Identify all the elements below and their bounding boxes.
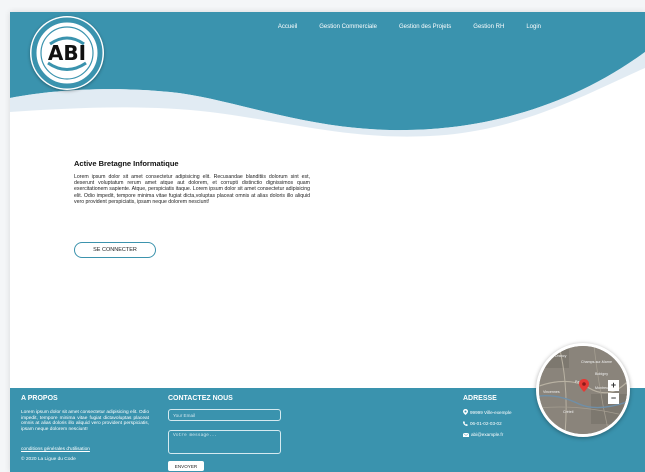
- address-title: ADRESSE: [463, 395, 497, 402]
- phone-icon: [463, 421, 468, 426]
- phone-text: 06-01-02-03-02: [470, 421, 502, 426]
- location-pin-icon: [463, 409, 468, 415]
- send-button[interactable]: ENVOYER: [168, 461, 204, 471]
- hero-banner: ABI Accueil Gestion Commerciale Gestion …: [10, 12, 645, 162]
- connect-button[interactable]: SE CONNECTER: [74, 242, 156, 258]
- message-field[interactable]: Votre message...: [168, 430, 281, 454]
- email-text[interactable]: abi@example.fr: [471, 432, 503, 437]
- page-title: Active Bretagne Informatique: [74, 159, 179, 168]
- page-container: ABI Accueil Gestion Commerciale Gestion …: [10, 12, 645, 472]
- nav-gestion-rh[interactable]: Gestion RH: [473, 24, 504, 30]
- map-label: Bobigny: [595, 372, 608, 376]
- main-content: Active Bretagne Informatique Lorem ipsum…: [74, 159, 310, 205]
- address-text: 99999 Ville-exemple: [470, 409, 512, 415]
- phone-line: 06-01-02-03-02: [463, 421, 502, 426]
- map-zoom-in-button[interactable]: +: [608, 380, 619, 391]
- nav-accueil[interactable]: Accueil: [278, 24, 297, 30]
- contact-title: CONTACTEZ NOUS: [168, 395, 233, 402]
- map-marker-icon[interactable]: [579, 379, 589, 392]
- nav-gestion-projets[interactable]: Gestion des Projets: [399, 24, 451, 30]
- address-line: 99999 Ville-exemple: [463, 409, 512, 415]
- map-zoom-out-button[interactable]: −: [608, 393, 619, 404]
- map-label: Vincennes: [543, 390, 560, 394]
- intro-text: Lorem ipsum dolor sit amet consectetur a…: [74, 174, 310, 205]
- about-title: A PROPOS: [21, 395, 58, 402]
- main-nav: Accueil Gestion Commerciale Gestion des …: [278, 24, 541, 30]
- email-field[interactable]: Your Email: [168, 409, 281, 421]
- map-widget[interactable]: Drancy Champs-sur-Marne Bobigny Paris Vi…: [536, 343, 630, 437]
- terms-link[interactable]: conditions générales d'utilisation: [21, 447, 90, 452]
- envelope-icon: [463, 432, 469, 437]
- nav-gestion-commerciale[interactable]: Gestion Commerciale: [319, 24, 377, 30]
- company-logo[interactable]: ABI: [30, 16, 104, 90]
- about-text: Lorem ipsum dolor sit amet consectetur a…: [21, 410, 149, 432]
- map-label: Drancy: [555, 354, 567, 358]
- logo-text: ABI: [48, 41, 86, 65]
- copyright: © 2020 La Ligue du Code: [21, 457, 76, 462]
- nav-login[interactable]: Login: [526, 24, 541, 30]
- email-line: abi@example.fr: [463, 432, 503, 437]
- map-label: Créteil: [563, 410, 574, 414]
- hero-wave: [10, 12, 645, 137]
- map-label: Champs-sur-Marne: [581, 360, 612, 364]
